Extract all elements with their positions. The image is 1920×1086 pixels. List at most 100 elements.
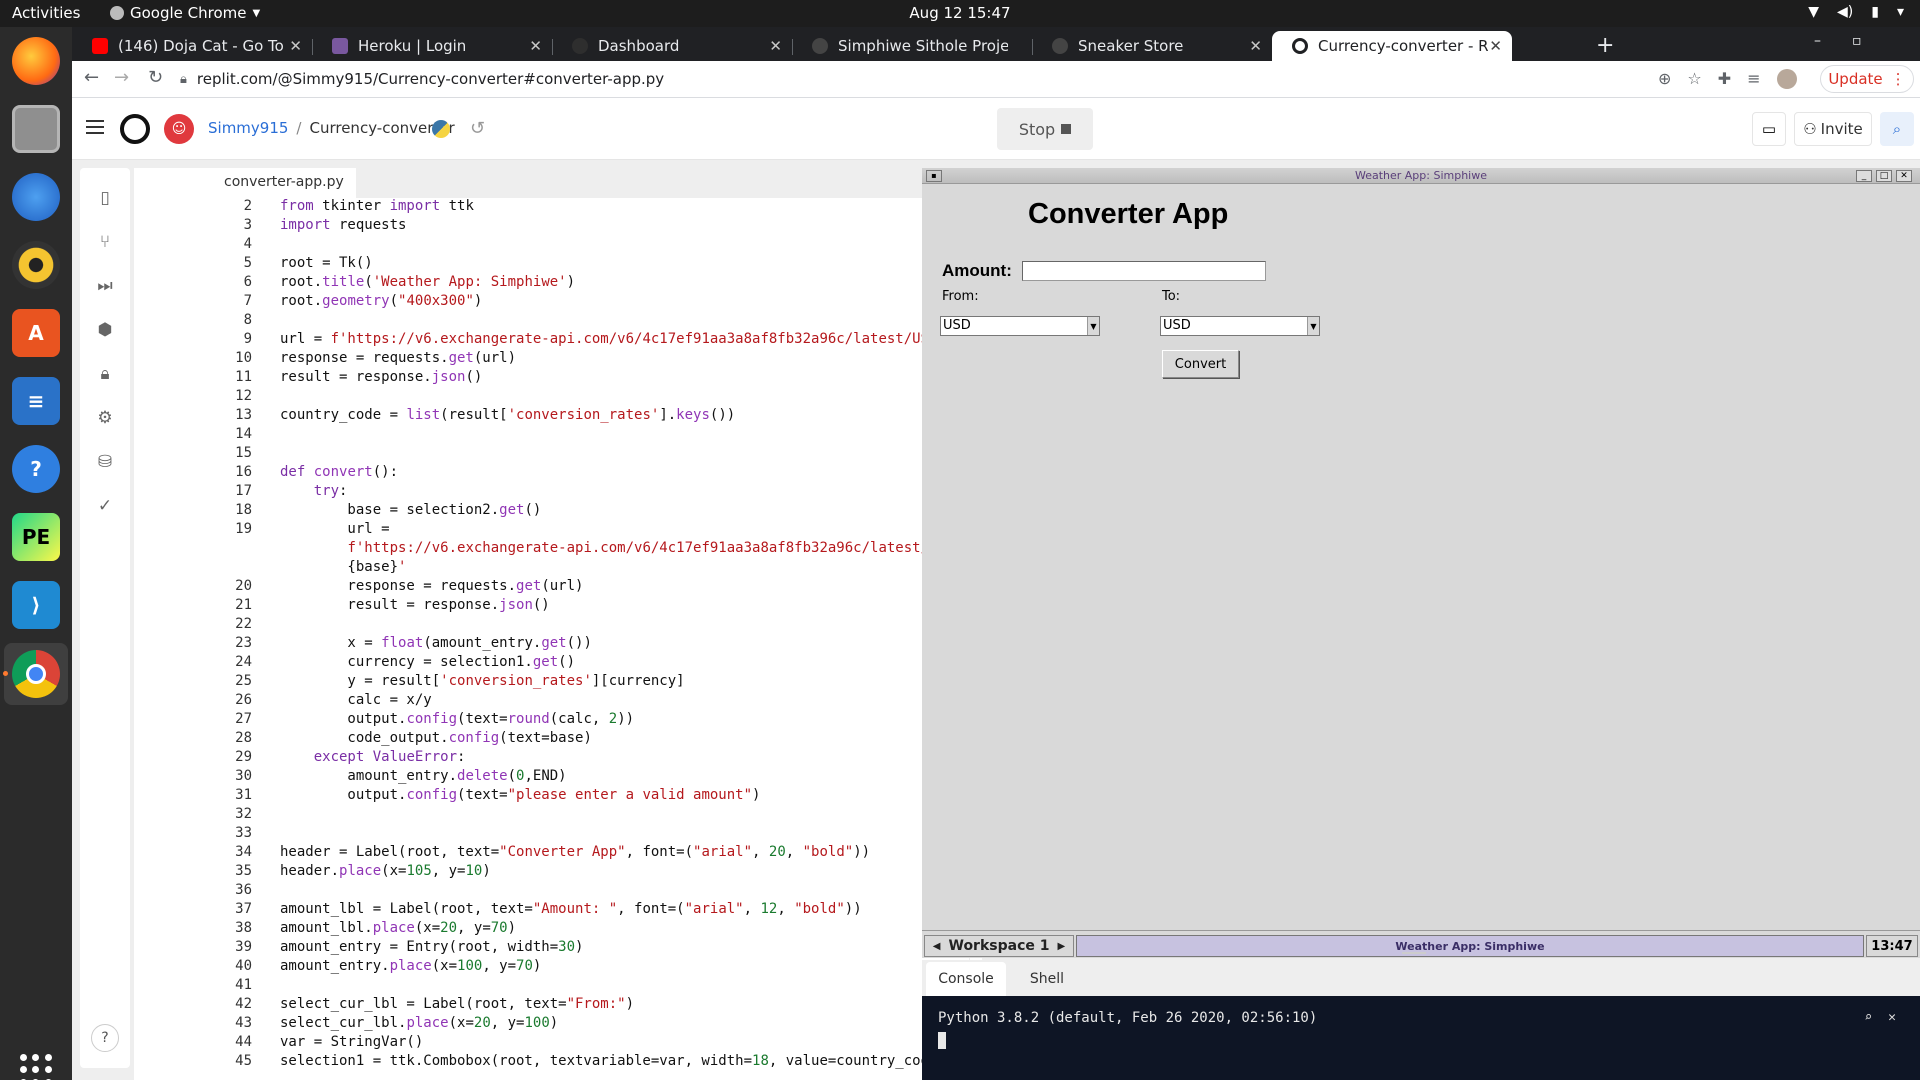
- settings-gear-icon[interactable]: ⚙: [93, 406, 117, 430]
- code-editor[interactable]: converter-app.py ▤ 2from tkinter import …: [134, 168, 982, 1080]
- software-center-icon[interactable]: A: [12, 309, 60, 357]
- code-line[interactable]: 42 select_cur_lbl = Label(root, text="Fro…: [134, 996, 968, 1015]
- code-line[interactable]: 40 amount_entry.place(x=100, y=70): [134, 958, 968, 977]
- code-line[interactable]: 35 header.place(x=105, y=10): [134, 863, 968, 882]
- code-line[interactable]: 23 x = float(amount_entry.get()): [134, 635, 968, 654]
- code-line[interactable]: 44 var = StringVar(): [134, 1034, 968, 1053]
- code-line[interactable]: 20 response = requests.get(url): [134, 578, 968, 597]
- user-avatar[interactable]: ☺: [164, 114, 194, 144]
- browser-tab[interactable]: (146) Doja Cat - Go To T ✕: [72, 31, 312, 61]
- replit-logo-icon[interactable]: [120, 114, 150, 144]
- code-line[interactable]: 24 currency = selection1.get(): [134, 654, 968, 673]
- code-content[interactable]: 2 from tkinter import ttk 3 import requests…: [134, 198, 968, 1080]
- code-line[interactable]: 38 amount_lbl.place(x=20, y=70): [134, 920, 968, 939]
- libreoffice-writer-icon[interactable]: ≡: [12, 377, 60, 425]
- close-tab-icon[interactable]: ✕: [529, 37, 542, 55]
- code-line[interactable]: 28 code_output.config(text=base): [134, 730, 968, 749]
- file-tab[interactable]: converter-app.py: [134, 168, 356, 198]
- console-output[interactable]: Python 3.8.2 (default, Feb 26 2020, 02:5…: [922, 996, 1920, 1080]
- system-clock[interactable]: Aug 12 15:47: [0, 4, 1920, 22]
- pycharm-icon[interactable]: PE: [12, 513, 60, 561]
- search-icon[interactable]: ⌕: [1864, 1010, 1872, 1025]
- code-line[interactable]: 5 root = Tk(): [134, 255, 968, 274]
- app-menu[interactable]: Google Chrome ▼: [110, 4, 260, 22]
- clear-console-icon[interactable]: ✕: [1888, 1010, 1896, 1025]
- code-line[interactable]: 41: [134, 977, 968, 996]
- files-icon[interactable]: [12, 105, 60, 153]
- code-line[interactable]: {base}': [134, 559, 968, 578]
- tab-console[interactable]: Console: [926, 962, 1006, 996]
- system-tray[interactable]: ▼ ◀) ▮ ▾: [1808, 4, 1904, 20]
- browser-tab[interactable]: Heroku | Login ✕: [312, 31, 552, 61]
- checkmark-icon[interactable]: ✓: [93, 494, 117, 518]
- pane-resize-handle[interactable]: [1402, 952, 1426, 954]
- files-icon[interactable]: ▯: [93, 186, 117, 210]
- code-line[interactable]: 4: [134, 236, 968, 255]
- minimize-window-icon[interactable]: –: [1814, 33, 1821, 49]
- code-line[interactable]: 31 output.config(text="please enter a va…: [134, 787, 968, 806]
- code-line[interactable]: 25 y = result['conversion_rates'][curren…: [134, 673, 968, 692]
- next-workspace-icon[interactable]: ▶: [1058, 941, 1066, 952]
- chevron-down-icon[interactable]: ▼: [1307, 317, 1319, 335]
- invite-button[interactable]: ⚇ Invite: [1794, 112, 1872, 146]
- code-line[interactable]: 37 amount_lbl = Label(root, text="Amount:…: [134, 901, 968, 920]
- convert-button[interactable]: Convert: [1162, 350, 1239, 378]
- browser-tab-active[interactable]: Currency-converter - Repl ✕: [1272, 31, 1512, 61]
- code-line[interactable]: 43 select_cur_lbl.place(x=20, y=100): [134, 1015, 968, 1034]
- code-line[interactable]: 9 url = f'https://v6.exchangerate-api.com…: [134, 331, 968, 350]
- browser-tab[interactable]: Simphiwe Sithole Project: [792, 31, 1032, 61]
- code-line[interactable]: 15: [134, 445, 968, 464]
- close-tab-icon[interactable]: ✕: [1249, 37, 1262, 55]
- chrome-update-button[interactable]: Update ⋮: [1820, 65, 1914, 93]
- hamburger-menu-icon[interactable]: [86, 120, 104, 134]
- code-line[interactable]: 32: [134, 806, 968, 825]
- code-line[interactable]: 16 def convert():: [134, 464, 968, 483]
- reload-icon[interactable]: ↻: [148, 67, 163, 88]
- code-line[interactable]: 27 output.config(text=round(calc, 2)): [134, 711, 968, 730]
- prev-workspace-icon[interactable]: ◀: [933, 941, 941, 952]
- code-line[interactable]: f'https://v6.exchangerate-api.com/v6/4c1…: [134, 540, 968, 559]
- browser-tab[interactable]: Sneaker Store ✕: [1032, 31, 1272, 61]
- close-tab-icon[interactable]: ✕: [1489, 37, 1502, 55]
- code-line[interactable]: 7 root.geometry("400x300"): [134, 293, 968, 312]
- address-bar[interactable]: 🔒︎ replit.com/@Simmy915/Currency-convert…: [180, 64, 1500, 94]
- amount-entry[interactable]: [1022, 261, 1266, 281]
- maximize-window-icon[interactable]: ▫: [1852, 33, 1862, 49]
- code-line[interactable]: 21 result = response.json(): [134, 597, 968, 616]
- activities-button[interactable]: Activities: [12, 4, 80, 22]
- code-line[interactable]: 13 country_code = list(result['conversion…: [134, 407, 968, 426]
- close-tab-icon[interactable]: ✕: [769, 37, 782, 55]
- history-icon[interactable]: ↺: [470, 118, 485, 139]
- code-line[interactable]: 18 base = selection2.get(): [134, 502, 968, 521]
- code-line[interactable]: 8: [134, 312, 968, 331]
- code-line[interactable]: 19 url =: [134, 521, 968, 540]
- help-icon[interactable]: ?: [12, 445, 60, 493]
- close-tab-icon[interactable]: ✕: [289, 37, 302, 55]
- help-icon[interactable]: ?: [91, 1024, 119, 1052]
- chevron-down-icon[interactable]: ▼: [1087, 317, 1099, 335]
- maximize-icon[interactable]: □: [1876, 170, 1892, 182]
- install-app-icon[interactable]: ⊕: [1658, 69, 1671, 89]
- code-line[interactable]: 36: [134, 882, 968, 901]
- close-icon[interactable]: ✕: [1896, 170, 1912, 182]
- code-line[interactable]: 17 try:: [134, 483, 968, 502]
- browser-tab[interactable]: Dashboard ✕: [552, 31, 792, 61]
- tk-window-titlebar[interactable]: ▪ Weather App: Simphiwe _ □ ✕: [922, 168, 1920, 184]
- code-line[interactable]: 34 header = Label(root, text="Converter A…: [134, 844, 968, 863]
- vscode-icon[interactable]: ⟩: [12, 581, 60, 629]
- code-line[interactable]: 29 except ValueError:: [134, 749, 968, 768]
- code-line[interactable]: 14: [134, 426, 968, 445]
- secrets-lock-icon[interactable]: 🔒︎: [93, 362, 117, 386]
- code-line[interactable]: 33: [134, 825, 968, 844]
- back-arrow-icon[interactable]: ←: [84, 67, 99, 88]
- code-line[interactable]: 22: [134, 616, 968, 635]
- workspace-switcher[interactable]: ◀ Workspace 1 ▶: [924, 935, 1074, 957]
- forward-arrow-icon[interactable]: →: [114, 67, 129, 88]
- stop-button[interactable]: Stop: [997, 108, 1093, 150]
- breadcrumb-user[interactable]: Simmy915: [208, 119, 288, 137]
- extensions-puzzle-icon[interactable]: ✚: [1718, 69, 1731, 89]
- version-control-icon[interactable]: ⑂: [93, 230, 117, 254]
- code-line[interactable]: 6 root.title('Weather App: Simphiwe'): [134, 274, 968, 293]
- firefox-icon[interactable]: [12, 37, 60, 85]
- to-currency-combobox[interactable]: USD ▼: [1160, 316, 1320, 336]
